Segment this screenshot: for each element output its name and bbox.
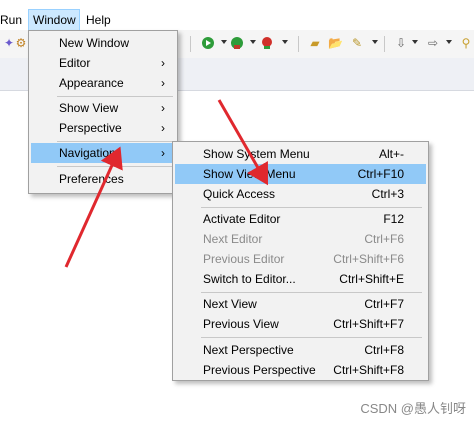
annotation-arrows (64, 99, 268, 268)
watermark: CSDN @愚人钊呀 (360, 401, 466, 416)
annotation-arrow-to-navigation (64, 146, 123, 268)
annotation-arrow-to-show-view-menu (217, 99, 268, 186)
